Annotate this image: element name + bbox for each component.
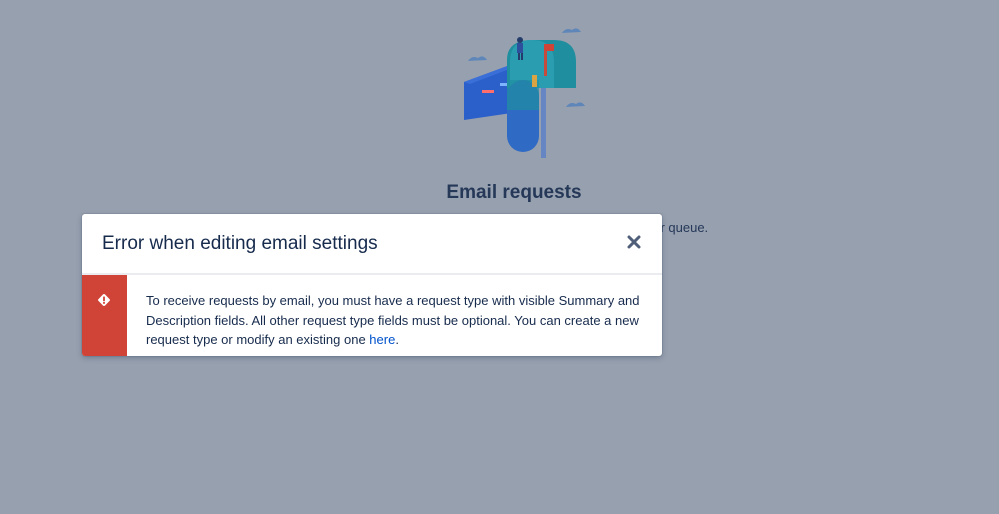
error-dialog: Error when editing email settings To rec… [82, 214, 662, 356]
dialog-header: Error when editing email settings [82, 214, 662, 275]
dialog-body: To receive requests by email, you must h… [82, 275, 662, 356]
error-icon [97, 293, 111, 307]
mailbox-illustration [440, 20, 600, 165]
close-icon [625, 233, 643, 251]
dialog-title: Error when editing email settings [102, 233, 378, 254]
error-message-end: . [395, 332, 399, 347]
close-button[interactable] [625, 233, 643, 251]
error-message: To receive requests by email, you must h… [146, 291, 646, 350]
here-link[interactable]: here [369, 332, 395, 347]
error-indicator [82, 275, 127, 356]
page-title: Email requests [446, 182, 582, 203]
